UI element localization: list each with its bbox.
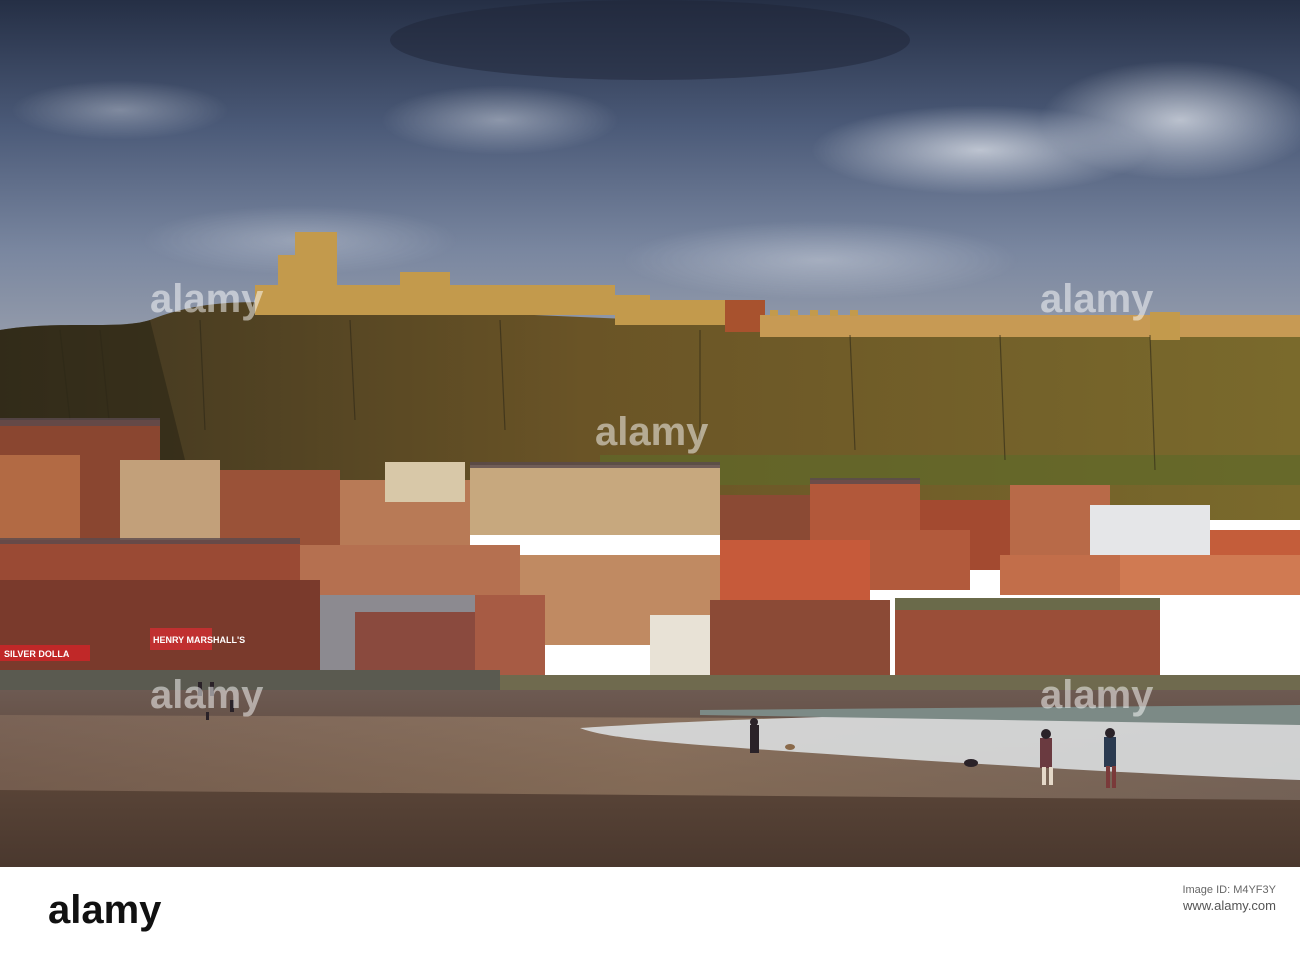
watermark-4: alamy bbox=[150, 673, 264, 717]
image-info: Image ID: M4YF3Y www.alamy.com bbox=[1182, 884, 1276, 913]
silver-dolla-sign: SILVER DOLLA bbox=[0, 645, 90, 661]
seafront-building-brown bbox=[355, 612, 475, 672]
footer-bar bbox=[0, 867, 1300, 957]
lifeboat-station bbox=[475, 595, 545, 675]
watermark-5: alamy bbox=[1040, 673, 1154, 717]
sign-text: HENRY MARSHALL'S bbox=[153, 635, 245, 645]
photo: HENRY MARSHALL'S SILVER DOLLA alamy alam… bbox=[0, 0, 1300, 867]
landscape-scene: HENRY MARSHALL'S SILVER DOLLA alamy alam… bbox=[0, 0, 1300, 867]
alamy-url[interactable]: www.alamy.com bbox=[1182, 898, 1276, 913]
harbour-shed-roof bbox=[895, 598, 1160, 610]
watermark-1: alamy bbox=[150, 277, 264, 321]
alamy-logo[interactable]: alamy bbox=[48, 888, 161, 933]
tudor-building bbox=[650, 615, 710, 675]
sign-text-2: SILVER DOLLA bbox=[4, 649, 70, 659]
watermark-3: alamy bbox=[595, 410, 709, 454]
harbour-building bbox=[710, 600, 890, 675]
image-id-label: Image ID: M4YF3Y bbox=[1182, 884, 1276, 896]
watermark-2: alamy bbox=[1040, 277, 1154, 321]
